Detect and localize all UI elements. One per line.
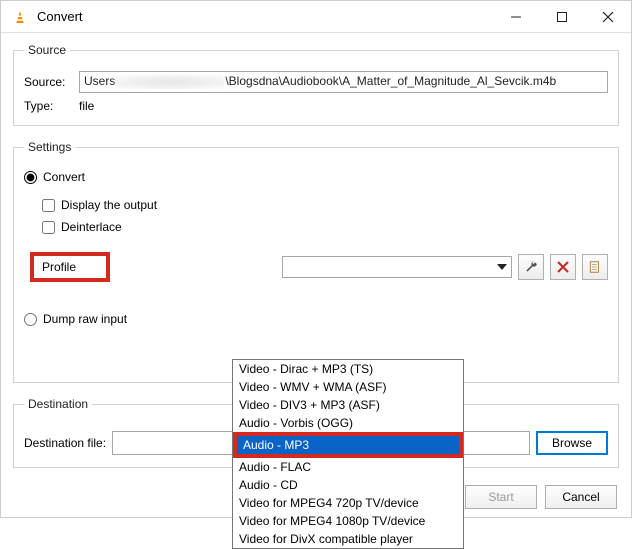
source-path-field[interactable]: Users\Blogsdna\Audiobook\A_Matter_of_Mag… [79, 71, 608, 93]
cancel-button[interactable]: Cancel [545, 485, 617, 509]
delete-x-icon [557, 261, 569, 273]
wrench-icon [524, 260, 538, 274]
settings-legend: Settings [24, 140, 75, 154]
profile-dropdown-list[interactable]: Video - Dirac + MP3 (TS)Video - WMV + WM… [232, 359, 464, 549]
source-label: Source: [24, 75, 79, 89]
redacted-path-segment [115, 75, 225, 89]
profile-option[interactable]: Video - DIV3 + MP3 (ASF) [233, 396, 463, 414]
profile-option[interactable]: Video for MPEG4 720p TV/device [233, 494, 463, 512]
start-button[interactable]: Start [465, 485, 537, 509]
titlebar: Convert [1, 1, 631, 33]
profile-option[interactable]: Audio - MP3 [237, 436, 459, 454]
profile-combobox[interactable] [282, 256, 512, 278]
settings-group: Settings Convert Display the output Dein… [13, 140, 619, 383]
profile-option[interactable]: Video - WMV + WMA (ASF) [233, 378, 463, 396]
browse-button[interactable]: Browse [536, 431, 608, 455]
minimize-button[interactable] [493, 1, 539, 32]
deinterlace-label: Deinterlace [61, 220, 122, 234]
source-legend: Source [24, 43, 70, 57]
display-output-checkbox[interactable] [42, 199, 55, 212]
profile-option[interactable]: Video for MPEG4 1080p TV/device [233, 512, 463, 530]
delete-profile-button[interactable] [550, 254, 576, 280]
window-title: Convert [37, 9, 493, 24]
convert-radio-label: Convert [43, 170, 85, 184]
destination-legend: Destination [24, 397, 92, 411]
deinterlace-checkbox[interactable] [42, 221, 55, 234]
profile-option[interactable]: Video - Dirac + MP3 (TS) [233, 360, 463, 378]
source-group: Source Source: Users\Blogsdna\Audiobook\… [13, 43, 619, 126]
vlc-app-icon [11, 8, 29, 26]
dump-raw-radio[interactable] [24, 313, 37, 326]
destination-file-label: Destination file: [24, 436, 106, 450]
new-doc-icon [588, 260, 602, 274]
close-button[interactable] [585, 1, 631, 32]
chevron-down-icon [497, 264, 507, 270]
type-value: file [79, 99, 94, 113]
dump-raw-label: Dump raw input [43, 312, 127, 326]
convert-radio[interactable] [24, 171, 37, 184]
profile-option[interactable]: Audio - CD [233, 476, 463, 494]
profile-option[interactable]: Video for DivX compatible player [233, 530, 463, 548]
profile-option[interactable]: Audio - Vorbis (OGG) [233, 414, 463, 432]
maximize-button[interactable] [539, 1, 585, 32]
new-profile-button[interactable] [582, 254, 608, 280]
profile-label: Profile [30, 252, 110, 282]
display-output-label: Display the output [61, 198, 157, 212]
profile-option[interactable]: Audio - FLAC [233, 458, 463, 476]
type-label: Type: [24, 99, 79, 113]
edit-profile-button[interactable] [518, 254, 544, 280]
